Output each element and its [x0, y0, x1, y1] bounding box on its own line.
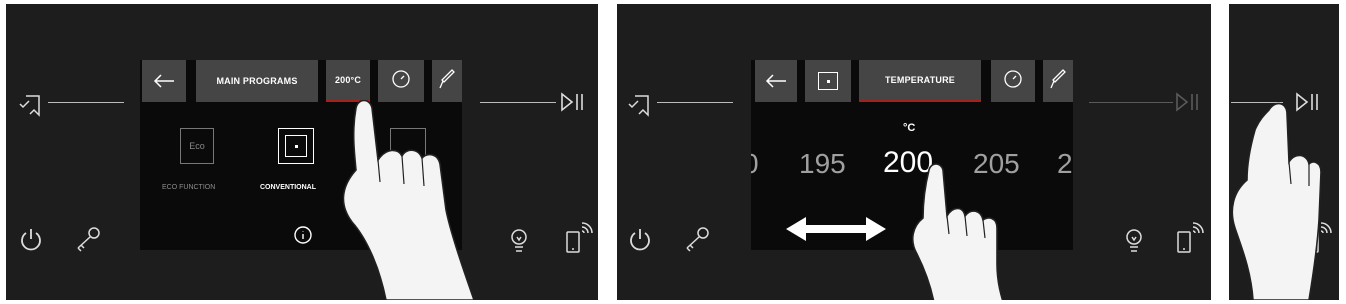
key-icon[interactable] [679, 224, 713, 254]
timer-icon [1003, 69, 1023, 94]
key-icon[interactable] [70, 224, 104, 254]
probe-icon [438, 68, 456, 95]
program-label-eco: ECO FUNCTION [162, 184, 216, 191]
back-button[interactable] [142, 60, 186, 102]
probe-icon [1049, 68, 1067, 95]
eco-icon-text: Eco [189, 141, 205, 151]
power-icon[interactable] [625, 224, 655, 254]
tab-timer[interactable] [378, 60, 424, 102]
favorite-icon[interactable] [625, 90, 655, 120]
tab-probe[interactable] [1043, 60, 1073, 102]
back-button[interactable] [755, 60, 797, 102]
program-eco-function[interactable]: Eco [180, 128, 214, 164]
temperature-value[interactable]: 2 [1057, 148, 1073, 180]
program-label-conventional: CONVENTIONAL [260, 184, 316, 191]
tab-program[interactable] [805, 60, 851, 102]
remote-phone-icon[interactable] [1173, 220, 1205, 256]
remote-phone-icon[interactable] [562, 220, 594, 256]
hand-icon [1229, 100, 1329, 300]
timer-icon [391, 69, 411, 94]
hand-icon [326, 99, 476, 300]
swipe-arrow-icon [783, 214, 889, 244]
control-panel-1: MAIN PROGRAMS 200°C Eco ECO FUNCTION CON… [6, 4, 598, 300]
divider-line-left [657, 102, 733, 103]
tab-temperature[interactable]: 200°C [326, 60, 370, 102]
favorite-icon[interactable] [16, 90, 46, 120]
power-icon[interactable] [16, 224, 46, 254]
temperature-value[interactable]: 195 [799, 148, 846, 180]
program-conventional[interactable] [278, 128, 314, 164]
info-icon[interactable] [292, 224, 314, 246]
temperature-unit: °C [903, 122, 916, 134]
light-icon[interactable] [1121, 226, 1147, 256]
tab-timer[interactable] [991, 60, 1035, 102]
divider-line-right [480, 102, 556, 103]
conventional-icon [818, 72, 838, 90]
tab-main-programs[interactable]: MAIN PROGRAMS [196, 60, 318, 102]
hand-icon [901, 158, 1019, 300]
divider-line-left [48, 102, 124, 103]
tab-probe[interactable] [432, 60, 462, 102]
tab-temperature[interactable]: TEMPERATURE [859, 60, 981, 102]
play-pause-icon[interactable] [558, 90, 588, 114]
control-panel-2: TEMPERATURE °C 0 195 200 205 2 [617, 4, 1211, 300]
play-pause-icon[interactable] [1173, 90, 1203, 114]
light-icon[interactable] [506, 226, 532, 256]
control-panel-3 [1229, 4, 1339, 300]
divider-line-right [1089, 102, 1173, 103]
conventional-icon [285, 135, 307, 157]
temperature-value[interactable]: 0 [751, 148, 759, 180]
